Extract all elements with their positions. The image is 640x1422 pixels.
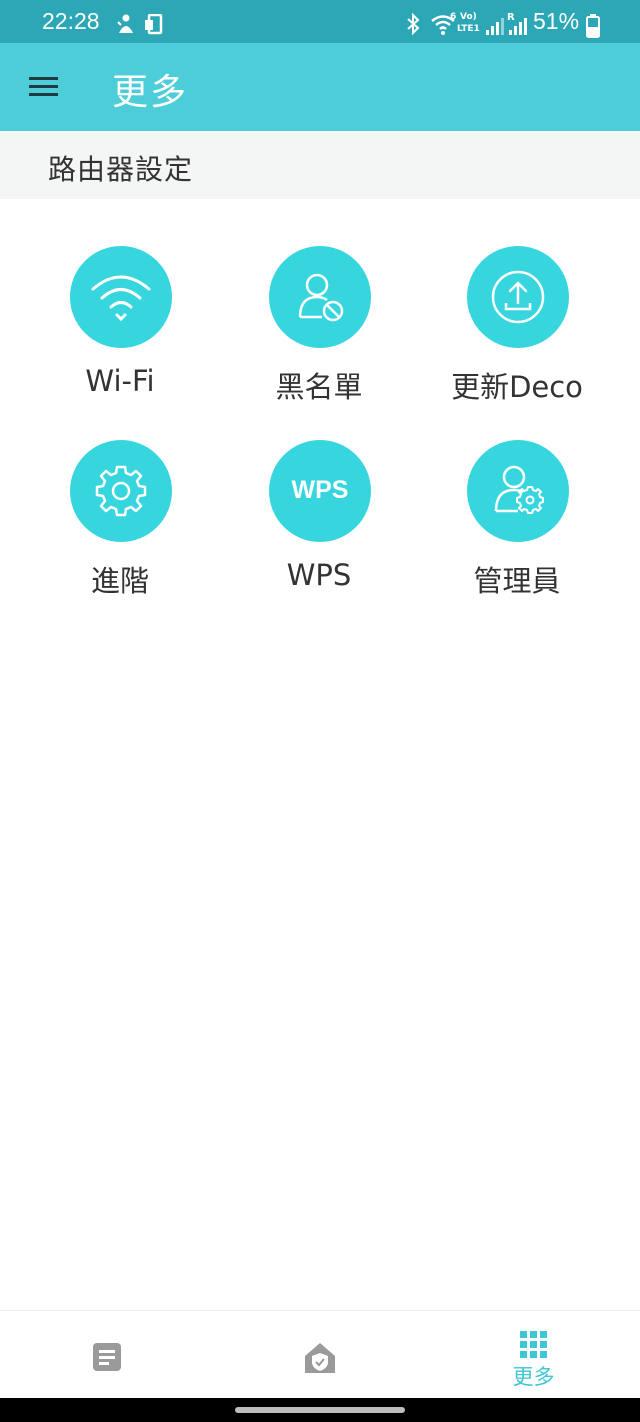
tab-log[interactable] [0,1311,213,1399]
admin-item[interactable]: 管理員 [417,440,617,610]
signal-icon-2 [509,18,527,35]
advanced-icon-circle [70,440,172,542]
signal-icon [486,18,504,35]
app-bar: 更多 [0,43,640,131]
gesture-bar [0,1398,640,1422]
home-gesture-handle[interactable] [235,1407,405,1413]
notification-app-icon [117,14,133,33]
grid-icon [520,1331,547,1358]
bluetooth-icon [407,13,420,35]
gear-icon [95,465,147,517]
wifi-icon [91,275,151,322]
lte-label: LTE1 [457,24,480,34]
wifi-label: Wi-Fi [85,364,155,398]
wifi-band-label: 6 [450,12,457,22]
admin-label: 管理員 [473,564,561,598]
wifi-icon-circle [70,246,172,348]
wps-icon-circle: WPS [269,440,371,542]
notification-screenshot-icon [145,14,163,35]
section-header: 路由器設定 [0,131,640,199]
blacklist-icon-circle [269,246,371,348]
wps-item[interactable]: WPS WPS [219,440,419,610]
document-icon [93,1343,121,1371]
tab-home[interactable] [213,1311,426,1399]
section-title: 路由器設定 [48,153,194,186]
tab-more[interactable]: 更多 [427,1311,640,1399]
bottom-nav: 更多 [0,1310,640,1399]
battery-percent: 51% [533,8,580,34]
update-icon-circle [467,246,569,348]
volte-label: Vo) [460,12,477,22]
home-shield-icon [305,1343,335,1373]
battery-icon [586,14,600,38]
wifi-item[interactable]: Wi-Fi [20,246,220,416]
menu-button[interactable] [24,67,64,107]
status-bar: 22:28 6 Vo) LTE1 R 51% [0,0,640,43]
user-block-icon [298,273,344,322]
advanced-item[interactable]: 進階 [20,440,220,610]
page-title: 更多 [112,72,189,113]
blacklist-label: 黑名單 [275,370,363,404]
hamburger-icon [29,77,58,96]
tab-more-label: 更多 [512,1365,555,1389]
upload-icon [491,270,545,324]
wps-label: WPS [286,558,352,592]
admin-icon-circle [467,440,569,542]
user-gear-icon [494,465,544,514]
update-deco-item[interactable]: 更新Deco [417,246,617,416]
status-time: 22:28 [42,8,100,34]
blacklist-item[interactable]: 黑名單 [219,246,419,416]
wps-icon: WPS [291,476,349,504]
advanced-label: 進階 [90,564,149,598]
update-deco-label: 更新Deco [451,370,583,404]
